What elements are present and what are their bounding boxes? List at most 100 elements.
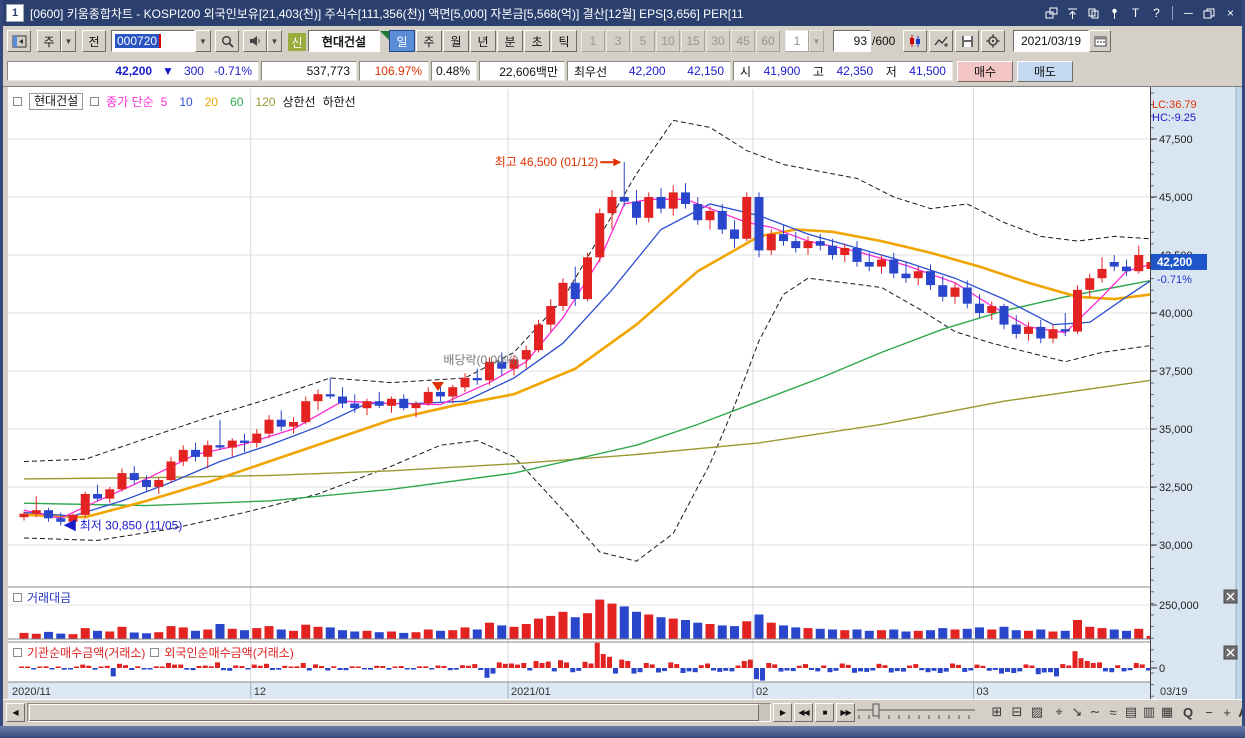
period-button-월[interactable]: 월 [443,30,469,52]
volume-cell: 537,773 [261,61,357,81]
code-dropdown-icon[interactable]: ▼ [195,30,211,52]
period-button-일[interactable]: 일 [389,30,415,52]
price-change: 300 [183,64,204,78]
legend-checkbox-icon[interactable] [13,97,22,106]
x-axis-label: 02 [756,686,768,698]
minute-button-1: 1 [581,30,605,52]
send-top-icon[interactable] [1064,5,1081,21]
zoom-out-icon[interactable]: − [1199,702,1219,722]
pattern-search-icon[interactable]: ▨ [1027,702,1047,722]
scrollbar-thumb[interactable] [29,704,759,721]
speaker-dropdown-icon[interactable]: ▼ [267,30,282,52]
help-icon[interactable]: ? [1148,5,1165,21]
minimize-icon[interactable]: ─ [1180,5,1197,21]
line-style-icon[interactable] [929,30,953,52]
crosshair-tool-icon[interactable]: ⌖ [1049,702,1069,722]
window-bottom-border [0,726,1245,738]
badge-change-pct: -0.71% [1157,274,1192,286]
price-tick-label: 32,500 [1159,482,1193,494]
foreign-netbuy-label: 외국인순매수금액(거래소) [164,646,294,660]
price-chart[interactable]: 2020/11 12 2021/01 02 03 최고 46,500 (01/12) 최저 … [8,87,1157,700]
trade-value: 22,606백만 [499,64,558,79]
grid-chart-icon[interactable]: ▤ [1121,702,1141,722]
calendar-icon[interactable] [1089,30,1111,52]
period-button-틱[interactable]: 틱 [551,30,577,52]
save-icon[interactable] [955,30,979,52]
settings-gear-icon[interactable] [981,30,1005,52]
turnover-rate: 0.48% [435,64,470,78]
netbuy-checkbox-icon[interactable] [150,648,160,657]
sell-button[interactable]: 매도 [1017,61,1073,82]
price-tick-label: 35,000 [1159,424,1193,436]
rewind-icon[interactable]: ◀◀ [794,703,813,722]
volume-checkbox-icon[interactable] [13,593,22,602]
volume-ratio: 106.97% [374,64,422,78]
price-tick-label: 40,000 [1159,308,1193,320]
period-button-분[interactable]: 분 [497,30,523,52]
date-field[interactable]: 2021/03/19 [1013,30,1089,52]
volume-label: 거래대금 [27,591,72,605]
minute-dropdown-icon: ▼ [809,30,824,52]
close-icon[interactable]: × [1222,5,1239,21]
prev-stock-button[interactable]: 전 [82,30,106,52]
volume-value: 537,773 [306,64,350,78]
title-bar[interactable]: 1 [0600] 키움종합차트 - KOSPI200 외국인보유[21,403(… [0,0,1245,26]
turnover-rate-cell: 0.48% [431,61,477,81]
best-bid: 42,150 [687,64,724,78]
best-ask: 42,200 [628,64,666,78]
popup-icon[interactable] [1043,5,1060,21]
stock-code-input[interactable]: 000720 [111,30,195,52]
scroll-left-icon[interactable]: ◀ [6,703,25,722]
copy-window-icon[interactable] [1085,5,1102,21]
open-label: 시 [740,64,752,79]
minute-button-30: 30 [706,30,730,52]
play-icon[interactable]: ▶ [773,703,792,722]
pin-icon[interactable] [1106,5,1123,21]
multi-line-icon[interactable]: ≈ [1103,702,1123,722]
text-tool-icon[interactable]: T [1127,5,1144,21]
price-axis[interactable]: 47,50045,00042,50040,00037,50035,00032,5… [1150,87,1242,700]
open-value: 41,900 [763,64,801,78]
stop-icon[interactable]: ■ [815,703,834,722]
period-button-초[interactable]: 초 [524,30,550,52]
minute-button-5: 5 [631,30,655,52]
price-cell: 42,200 ▼ 300 -0.71% [7,61,259,81]
mini-chart-icon[interactable]: ▦ [1157,702,1177,722]
wave-line-icon[interactable]: ∼ [1085,702,1105,722]
forward-icon[interactable]: ▶▶ [836,703,855,722]
price-change-pct: -0.71% [213,64,252,78]
x-axis-label: 2020/11 [12,686,51,698]
speed-slider[interactable] [855,702,980,727]
netbuy-axis-label: 0 [1159,663,1165,675]
best-label: 최우선 [574,64,608,79]
overlay-chart-icon[interactable]: ⊟ [1007,702,1027,722]
period-button-년[interactable]: 년 [470,30,496,52]
speaker-icon[interactable] [243,30,267,52]
candle-style-icon[interactable] [903,30,927,52]
current-price: 42,200 [115,64,153,78]
trendline-tool-icon[interactable]: ↘ [1067,702,1087,722]
lc-value: LC:36.79 [1152,99,1197,111]
legend-ma-10: 10 [179,94,193,109]
netbuy-checkbox-icon[interactable] [13,648,22,657]
legend-ma-120: 120 [255,94,276,109]
search-icon[interactable] [215,30,239,52]
window-title: [0600] 키움종합차트 - KOSPI200 외국인보유[21,403(천)… [30,6,744,21]
x-axis-label: 2021/01 [511,686,551,698]
quote-bar: 42,200 ▼ 300 -0.71% 537,773 106.97% 0.48… [3,58,1242,86]
compare-chart-icon[interactable]: ⊞ [987,702,1007,722]
panel-chart-icon[interactable]: ▥ [1139,702,1159,722]
restore-icon[interactable] [1201,5,1218,21]
legend-checkbox-icon[interactable] [90,97,100,106]
high-label: 고 [812,64,824,79]
new-stock-badge: 신 [288,33,306,51]
panel-toggle-icon[interactable] [7,30,31,52]
week-dropdown-icon[interactable]: ▼ [61,30,76,52]
period-button-주[interactable]: 주 [416,30,442,52]
week-quick-button[interactable]: 주 [37,30,61,52]
buy-button[interactable]: 매수 [957,61,1013,82]
x-axis-label: 12 [254,686,266,698]
high-value: 42,350 [836,64,874,78]
zoom-tool-icon[interactable]: Q [1178,702,1198,722]
legend-lower-band: 하한선 [322,95,356,109]
